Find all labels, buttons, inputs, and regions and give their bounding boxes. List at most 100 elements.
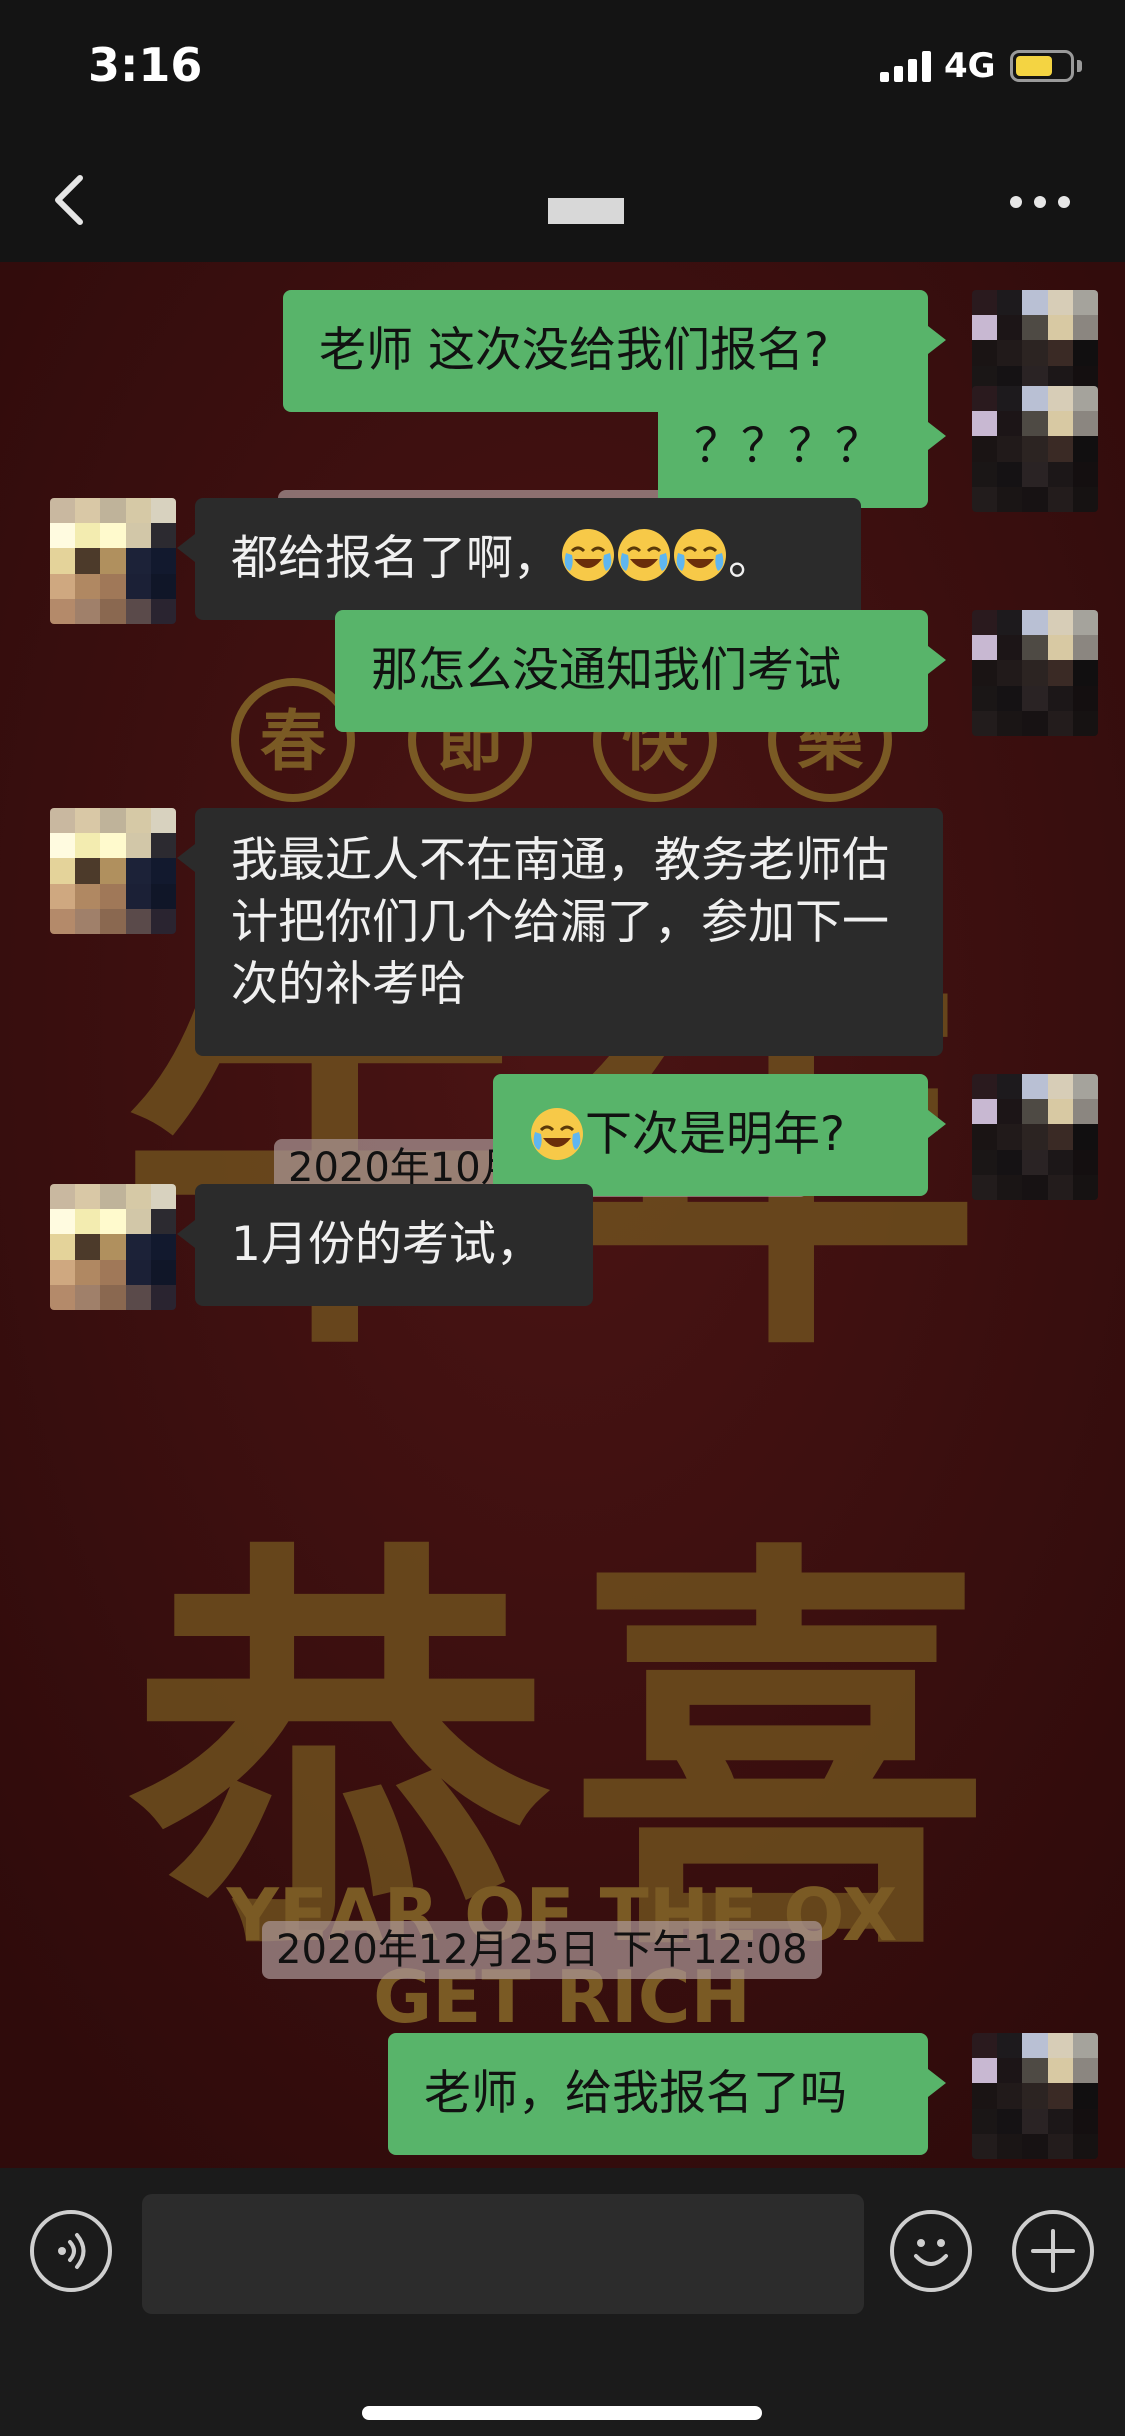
message-input[interactable] bbox=[142, 2194, 864, 2314]
contact-avatar[interactable] bbox=[50, 1184, 176, 1310]
avatar-pixel bbox=[75, 573, 101, 599]
sent-message-bubble[interactable]: 那怎么没通知我们考试 bbox=[335, 610, 946, 732]
avatar-pixel bbox=[125, 573, 151, 599]
avatar-pixel bbox=[997, 2083, 1023, 2109]
avatar-pixel bbox=[972, 2083, 998, 2109]
my-avatar[interactable] bbox=[972, 2033, 1098, 2159]
bubble-tail bbox=[177, 844, 195, 872]
my-avatar[interactable] bbox=[972, 386, 1098, 512]
home-indicator bbox=[362, 2406, 762, 2420]
avatar-pixel bbox=[125, 548, 151, 574]
avatar-pixel bbox=[150, 1259, 176, 1285]
emoji-button[interactable] bbox=[890, 2210, 972, 2292]
avatar-pixel bbox=[150, 598, 176, 624]
avatar-pixel bbox=[1047, 610, 1073, 636]
avatar-pixel bbox=[972, 386, 998, 412]
avatar-pixel bbox=[50, 1259, 76, 1285]
avatar-pixel bbox=[100, 573, 126, 599]
message-text: 那怎么没通知我们考试 bbox=[371, 643, 841, 698]
avatar-pixel bbox=[1047, 2033, 1073, 2059]
avatar-pixel bbox=[1072, 340, 1098, 366]
contact-avatar[interactable] bbox=[50, 498, 176, 624]
avatar-pixel bbox=[75, 1184, 101, 1210]
avatar-pixel bbox=[1047, 710, 1073, 736]
avatar-pixel bbox=[150, 498, 176, 524]
avatar-pixel bbox=[100, 858, 126, 884]
voice-icon bbox=[58, 2233, 86, 2269]
avatar-pixel bbox=[100, 523, 126, 549]
avatar-pixel bbox=[100, 1234, 126, 1260]
avatar-pixel bbox=[1072, 710, 1098, 736]
avatar-pixel bbox=[150, 573, 176, 599]
avatar-pixel bbox=[50, 1284, 76, 1310]
received-message-bubble[interactable]: 我最近人不在南通，教务老师估计把你们几个给漏了，参加下一次的补考哈 bbox=[177, 808, 943, 1056]
avatar-pixel bbox=[997, 2108, 1023, 2134]
contact-avatar[interactable] bbox=[50, 808, 176, 934]
avatar-pixel bbox=[125, 908, 151, 934]
status-bar: 3:16 4G bbox=[0, 0, 1125, 140]
avatar-pixel bbox=[972, 340, 998, 366]
avatar-pixel bbox=[100, 1284, 126, 1310]
avatar-pixel bbox=[997, 1074, 1023, 1100]
my-avatar[interactable] bbox=[972, 1074, 1098, 1200]
message-text: 下次是明年? bbox=[529, 1104, 845, 1166]
avatar-pixel bbox=[75, 833, 101, 859]
avatar-pixel bbox=[1022, 486, 1048, 512]
avatar-pixel bbox=[75, 1209, 101, 1235]
bubble-tail bbox=[928, 326, 946, 354]
nav-bar bbox=[0, 140, 1125, 262]
avatar-pixel bbox=[1047, 436, 1073, 462]
received-message-bubble[interactable]: 1月份的考试， bbox=[177, 1184, 593, 1306]
voice-button[interactable] bbox=[30, 2210, 112, 2292]
avatar-pixel bbox=[100, 598, 126, 624]
avatar-pixel bbox=[972, 2058, 998, 2084]
sent-message-bubble[interactable]: ？？？？ bbox=[658, 386, 946, 508]
avatar-pixel bbox=[150, 883, 176, 909]
avatar-pixel bbox=[972, 2033, 998, 2059]
avatar-pixel bbox=[997, 2033, 1023, 2059]
avatar-pixel bbox=[150, 523, 176, 549]
avatar-pixel bbox=[972, 2133, 998, 2159]
avatar-pixel bbox=[1072, 1099, 1098, 1125]
avatar-pixel bbox=[1047, 1149, 1073, 1175]
avatar-pixel bbox=[972, 610, 998, 636]
received-message-bubble[interactable]: 都给报名了啊， 。 bbox=[177, 498, 861, 620]
my-avatar[interactable] bbox=[972, 610, 1098, 736]
avatar-pixel bbox=[1072, 635, 1098, 661]
avatar-pixel bbox=[997, 1174, 1023, 1200]
avatar-pixel bbox=[1072, 660, 1098, 686]
bubble-tail bbox=[177, 1220, 195, 1248]
plus-button[interactable] bbox=[1012, 2210, 1094, 2292]
ellipsis-icon[interactable] bbox=[1008, 192, 1072, 212]
bubble-tail bbox=[928, 2069, 946, 2097]
avatar-pixel bbox=[972, 486, 998, 512]
message-text: 老师，给我报名了吗 bbox=[424, 2066, 847, 2121]
avatar-pixel bbox=[75, 808, 101, 834]
avatar-pixel bbox=[75, 548, 101, 574]
avatar-pixel bbox=[150, 1234, 176, 1260]
avatar-pixel bbox=[1047, 1099, 1073, 1125]
avatar-pixel bbox=[997, 461, 1023, 487]
sent-message-bubble[interactable]: 老师，给我报名了吗 bbox=[388, 2033, 946, 2155]
avatar-pixel bbox=[997, 386, 1023, 412]
avatar-pixel bbox=[1072, 315, 1098, 341]
avatar-pixel bbox=[1047, 290, 1073, 316]
sent-message-bubble[interactable]: 下次是明年? bbox=[493, 1074, 946, 1196]
avatar-pixel bbox=[1072, 486, 1098, 512]
avatar-pixel bbox=[972, 2108, 998, 2134]
avatar-pixel bbox=[997, 2133, 1023, 2159]
avatar-pixel bbox=[972, 461, 998, 487]
avatar-pixel bbox=[150, 858, 176, 884]
chat-area[interactable]: 春 節 快 樂 牛 年 恭 喜 YEAR OF THE OX GET RICH … bbox=[0, 262, 1125, 2168]
avatar-pixel bbox=[125, 1259, 151, 1285]
message-text-suffix: 。 bbox=[728, 531, 775, 586]
avatar-pixel bbox=[1022, 315, 1048, 341]
avatar-pixel bbox=[1072, 1124, 1098, 1150]
avatar-pixel bbox=[100, 1184, 126, 1210]
avatar-pixel bbox=[1022, 710, 1048, 736]
avatar-pixel bbox=[125, 883, 151, 909]
avatar-pixel bbox=[1047, 1174, 1073, 1200]
avatar-pixel bbox=[1047, 2083, 1073, 2109]
chevron-left-icon[interactable] bbox=[44, 170, 94, 230]
face-with-tears-of-joy-icon bbox=[562, 529, 614, 581]
